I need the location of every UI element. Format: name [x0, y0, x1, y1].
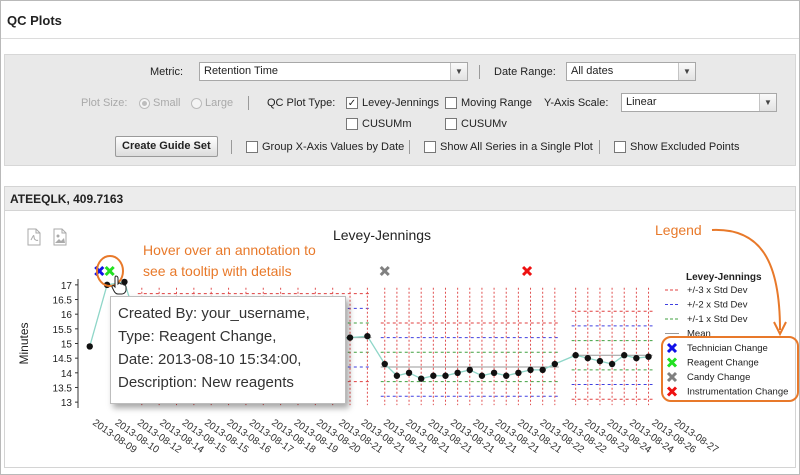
- legend-item-label: +/-1 x Std Dev: [687, 314, 748, 325]
- y-axis-label: Minutes: [17, 322, 31, 364]
- legend-item-label: +/-2 x Std Dev: [687, 300, 748, 311]
- data-point: [608, 360, 616, 368]
- data-point: [454, 369, 461, 377]
- data-point: [393, 372, 401, 379]
- data-point: [621, 352, 628, 359]
- y-tick-label: 14: [61, 369, 73, 380]
- annotation-tooltip: Created By: your_username, Type: Reagent…: [110, 296, 346, 404]
- tooltip-created-by: Created By: your_username,: [118, 305, 310, 322]
- y-tick-label: 15.5: [53, 325, 73, 336]
- y-tick-label: 17: [61, 281, 73, 292]
- tooltip-date: Date: 2013-08-10 15:34:00,: [118, 351, 302, 368]
- y-tick-label: 16.5: [53, 296, 73, 307]
- y-tick-label: 13: [61, 398, 73, 409]
- data-point: [633, 354, 640, 362]
- data-point: [572, 352, 579, 359]
- data-point: [527, 366, 534, 374]
- data-point: [551, 360, 559, 368]
- data-point: [346, 334, 354, 341]
- tooltip-description: Description: New reagents: [118, 374, 294, 391]
- hover-callout-line1: Hover over an annotation to: [143, 242, 316, 258]
- y-tick-label: 16: [61, 310, 73, 321]
- data-point: [381, 360, 388, 368]
- tooltip-type: Type: Reagent Change,: [118, 328, 277, 345]
- y-tick-label: 13.5: [53, 383, 73, 394]
- annotation-marker[interactable]: [521, 265, 533, 277]
- data-point: [364, 332, 371, 340]
- legend-highlight-box: [661, 336, 799, 402]
- data-point: [430, 372, 437, 379]
- annotation-marker[interactable]: [104, 265, 115, 277]
- data-point: [503, 372, 510, 379]
- data-point: [478, 372, 486, 379]
- y-tick-label: 14.5: [53, 354, 73, 365]
- data-point: [466, 366, 473, 374]
- legend-title: Levey-Jennings: [686, 272, 762, 283]
- data-point: [405, 369, 413, 377]
- annotation-marker[interactable]: [94, 265, 105, 277]
- legend-callout: Legend: [655, 222, 702, 238]
- data-point: [417, 375, 425, 382]
- hover-callout: Hover over an annotation to see a toolti…: [143, 240, 316, 282]
- y-tick-label: 15: [61, 340, 73, 351]
- data-point: [515, 369, 522, 377]
- pointer-hand-icon: [111, 275, 127, 295]
- data-point: [645, 353, 652, 360]
- data-point: [584, 354, 591, 362]
- annotation-marker[interactable]: [379, 265, 390, 277]
- legend-item-label: +/-3 x Std Dev: [687, 285, 748, 296]
- data-point: [86, 343, 93, 350]
- data-point: [442, 372, 449, 379]
- chart-title: Levey-Jennings: [333, 227, 431, 243]
- data-point: [490, 369, 498, 377]
- data-point: [539, 366, 546, 374]
- data-point: [596, 357, 604, 365]
- hover-callout-line2: see a tooltip with details: [143, 263, 292, 279]
